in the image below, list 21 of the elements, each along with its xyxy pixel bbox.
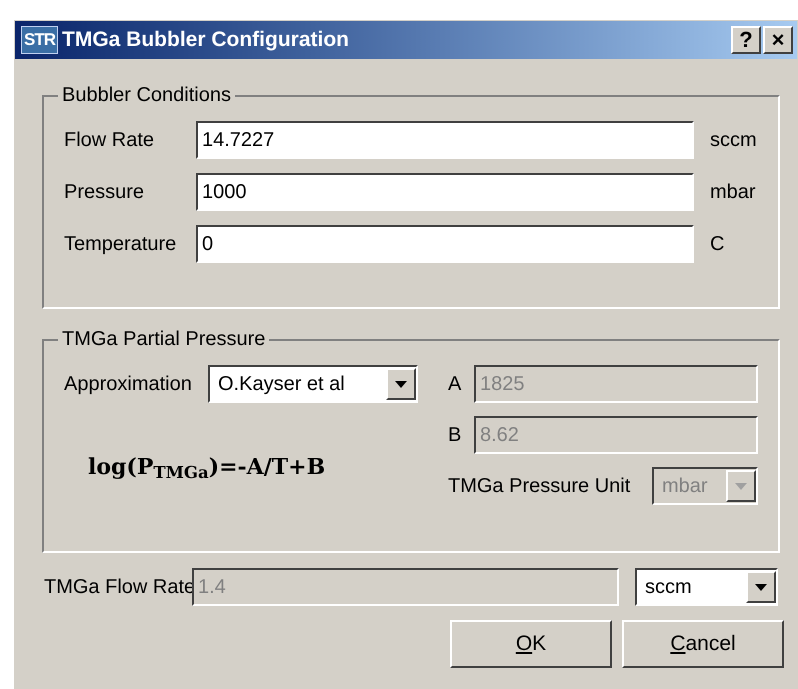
close-button[interactable]: × [763,26,793,54]
unit-label: sccm [710,128,757,153]
input-field[interactable]: 1000 [196,173,694,211]
ok-button[interactable]: OK [450,620,612,668]
field-label: B [448,423,462,448]
help-button[interactable]: ? [731,26,761,54]
field-label: TMGa Pressure Unit [448,474,632,499]
unit-label: mbar [710,180,756,205]
cancel-button[interactable]: Cancel [622,620,784,668]
field-label: Pressure [64,180,146,205]
unit-label: C [710,232,724,257]
dropdown[interactable]: O.Kayser et al [208,365,418,403]
field-label: Temperature [64,232,178,257]
input-field[interactable]: 14.7227 [196,121,694,159]
input-field[interactable]: 0 [196,225,694,263]
app-logo-icon: STR [21,26,58,54]
field-label: A [448,372,462,397]
field-label: Approximation [64,372,193,397]
field-label: Flow Rate [64,128,156,153]
window-title: TMGa Bubbler Configuration [62,27,350,54]
formula-text: log(P$_{TMGa}$)=-A/T+B [88,453,326,484]
